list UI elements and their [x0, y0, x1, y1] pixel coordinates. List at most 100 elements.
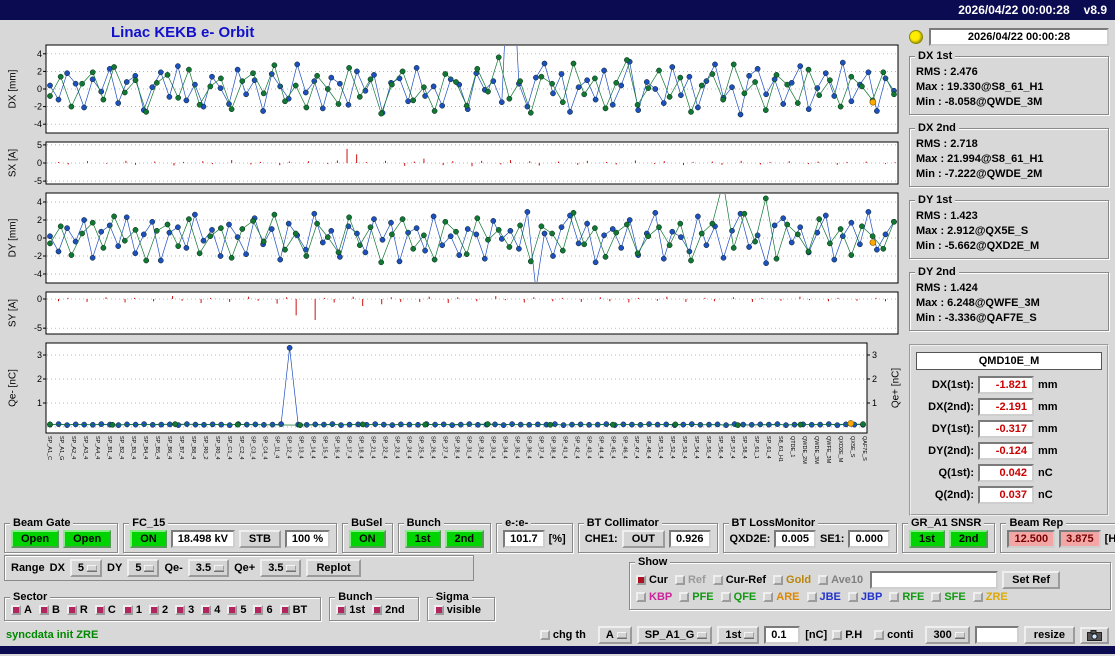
threshold-unit: [nC]	[805, 629, 828, 641]
checkbox-rfe[interactable]: RFE	[889, 591, 924, 603]
monitor-rows: DX(1st): -1.821 mm DX(2nd): -2.191 mm DY(1st):…	[916, 376, 1102, 504]
checkbox-box[interactable]	[66, 605, 77, 615]
checkbox-c[interactable]: C	[94, 604, 116, 616]
sector-a-select[interactable]: A	[597, 626, 632, 644]
checkbox-box[interactable]	[972, 592, 983, 602]
checkbox-ref[interactable]: Ref	[674, 574, 706, 586]
bunch-1st-indicator[interactable]: 1st	[404, 530, 441, 548]
camera-icon	[1087, 629, 1102, 641]
interval-select[interactable]: 300	[925, 626, 970, 644]
bunch-number-select[interactable]: 1st	[717, 626, 760, 644]
beam-gate-open-2-button[interactable]: Open	[63, 530, 112, 548]
checkbox-box[interactable]	[148, 605, 159, 615]
monitor-row-label: DX(2nd):	[928, 401, 974, 413]
checkbox-box[interactable]	[763, 592, 774, 602]
checkbox-jbe[interactable]: JBE	[806, 591, 841, 603]
station-label: SP_61_1	[753, 436, 760, 459]
checkbox-box[interactable]	[636, 592, 646, 602]
checkbox-3[interactable]: 3	[175, 604, 194, 616]
aux-input[interactable]	[974, 626, 1019, 644]
checkbox-5[interactable]: 5	[227, 604, 246, 616]
checkbox-jbp[interactable]: JBP	[847, 591, 882, 603]
conti-checkbox[interactable]: conti	[874, 629, 913, 641]
monitor-row: DX(2nd): -2.191 mm	[916, 398, 1102, 416]
checkbox-visible[interactable]: visible	[433, 604, 481, 616]
checkbox-kbp[interactable]: KBP	[636, 591, 672, 603]
set-ref-button[interactable]: Set Ref	[1002, 571, 1061, 589]
checkbox-gold[interactable]: Gold	[773, 574, 811, 586]
checkbox-box[interactable]	[94, 605, 105, 615]
station-label: SP_B6_4	[165, 436, 172, 460]
stat-line: Max : 19.330@S8_61_H1	[916, 81, 1044, 93]
chg-th-checkbox-box[interactable]	[539, 630, 550, 640]
range-qep-select[interactable]: 3.5	[260, 559, 302, 577]
fc15-stb-button[interactable]: STB	[238, 530, 281, 548]
gr-a1-2nd-indicator[interactable]: 2nd	[948, 530, 989, 548]
checkbox-box[interactable]	[720, 592, 731, 602]
checkbox-box[interactable]	[227, 605, 238, 615]
checkbox-zre[interactable]: ZRE	[972, 591, 1008, 603]
checkbox-b[interactable]: B	[38, 604, 60, 616]
checkbox-2[interactable]: 2	[148, 604, 168, 616]
ph-checkbox-box[interactable]	[832, 630, 843, 640]
checkbox-pfe[interactable]: PFE	[679, 591, 714, 603]
checkbox-box[interactable]	[279, 605, 290, 615]
checkbox-box[interactable]	[889, 592, 900, 602]
checkbox-box[interactable]	[806, 592, 817, 602]
reference-name-input[interactable]	[870, 571, 999, 589]
checkbox-box[interactable]	[847, 592, 858, 602]
checkbox-box[interactable]	[253, 605, 264, 615]
che1-out-button[interactable]: OUT	[621, 530, 665, 548]
checkbox-box[interactable]	[636, 575, 646, 585]
checkbox-box[interactable]	[336, 605, 347, 615]
station-label: SP_48_4	[645, 436, 652, 459]
range-dy-select[interactable]: 5	[127, 559, 160, 577]
checkbox-4[interactable]: 4	[201, 604, 220, 616]
checkbox-box[interactable]	[175, 605, 186, 615]
busel-on-button[interactable]: ON	[349, 530, 386, 548]
chg-th-checkbox[interactable]: chg th	[539, 629, 586, 641]
checkbox-sfe[interactable]: SFE	[931, 591, 966, 603]
station-label: SP_34_4	[501, 436, 508, 459]
ph-checkbox[interactable]: P.H	[832, 629, 862, 641]
resize-button[interactable]: resize	[1023, 626, 1075, 644]
checkbox-box[interactable]	[122, 605, 133, 615]
station-label: SP_A2_4	[69, 436, 76, 460]
checkbox-box[interactable]	[433, 605, 444, 615]
beam-gate-open-1-button[interactable]: Open	[11, 530, 60, 548]
snapshot-button[interactable]	[1080, 626, 1109, 644]
checkbox-2nd[interactable]: 2nd	[372, 604, 405, 616]
checkbox-r[interactable]: R	[66, 604, 88, 616]
replot-button[interactable]: Replot	[306, 559, 361, 577]
checkbox-box[interactable]	[931, 592, 942, 602]
checkbox-box[interactable]	[818, 575, 829, 585]
checkbox-ave10[interactable]: Ave10	[818, 574, 863, 586]
dy-axis-label: DY [mm]	[7, 218, 19, 258]
checkbox-box[interactable]	[674, 575, 685, 585]
bpm-select[interactable]: SP_A1_G	[636, 626, 713, 644]
threshold-input[interactable]	[764, 626, 801, 644]
checkbox-box[interactable]	[679, 592, 690, 602]
checkbox-1[interactable]: 1	[122, 604, 142, 616]
station-label: SP_43_4	[585, 436, 592, 459]
checkbox-1st[interactable]: 1st	[336, 604, 365, 616]
checkbox-cur-ref[interactable]: Cur-Ref	[712, 574, 766, 586]
checkbox-box[interactable]	[38, 605, 49, 615]
checkbox-box[interactable]	[201, 605, 212, 615]
checkbox-a[interactable]: A	[11, 604, 32, 616]
checkbox-box[interactable]	[773, 575, 784, 585]
range-dx-select[interactable]: 5	[69, 559, 103, 577]
checkbox-box[interactable]	[712, 575, 723, 585]
checkbox-6[interactable]: 6	[253, 604, 273, 616]
checkbox-bt[interactable]: BT	[279, 604, 307, 616]
gr-a1-1st-indicator[interactable]: 1st	[909, 530, 945, 548]
checkbox-qfe[interactable]: QFE	[720, 591, 756, 603]
checkbox-box[interactable]	[372, 605, 383, 615]
range-qem-select[interactable]: 3.5	[187, 559, 230, 577]
conti-checkbox-box[interactable]	[874, 630, 885, 640]
bunch-2nd-indicator[interactable]: 2nd	[444, 530, 485, 548]
checkbox-are[interactable]: ARE	[763, 591, 800, 603]
fc15-on-button[interactable]: ON	[130, 530, 167, 548]
checkbox-cur[interactable]: Cur	[636, 574, 668, 586]
checkbox-box[interactable]	[11, 605, 21, 615]
